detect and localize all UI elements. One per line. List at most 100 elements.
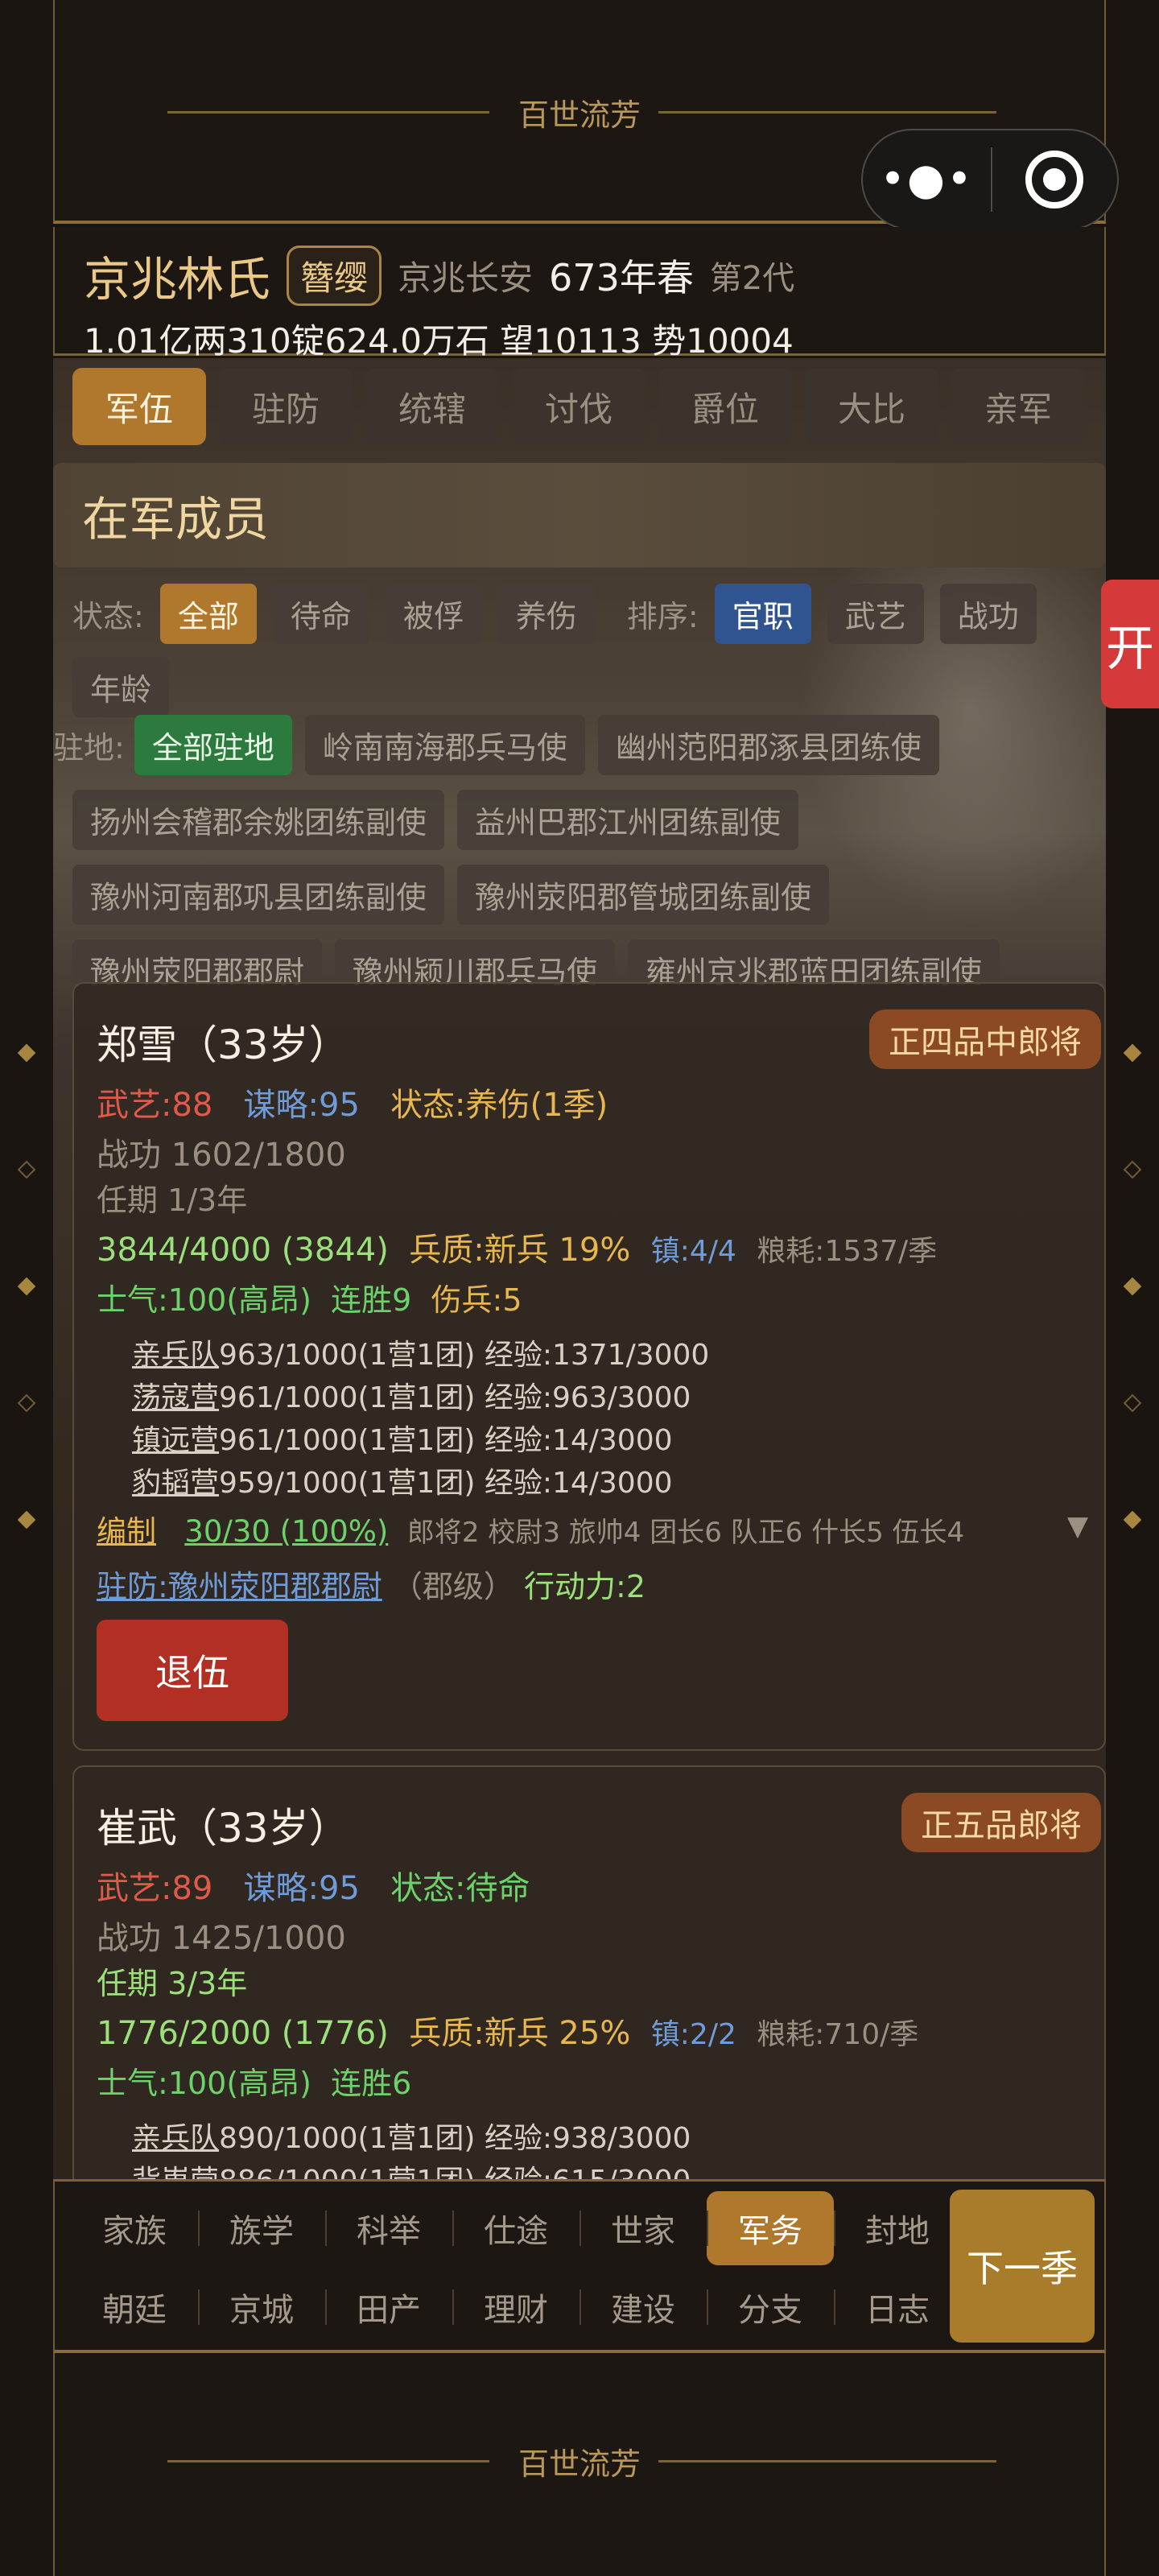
unit-name-link[interactable]: 镇远营 bbox=[132, 1424, 219, 1457]
troop-quality: 兵质:新兵 19% bbox=[409, 1232, 631, 1269]
nav-exam[interactable]: 科举 bbox=[325, 2191, 452, 2265]
win-streak: 连胜6 bbox=[331, 2066, 412, 2101]
main-panel: 军伍 驻防 统辖 讨伐 爵位 大比 亲军 在军成员 状态: 全部 待命 被俘 养… bbox=[53, 358, 1106, 2179]
close-capsule-button[interactable] bbox=[992, 151, 1117, 208]
troop-count: 1776/2000 (1776) bbox=[97, 2015, 389, 2052]
sort-age[interactable]: 年龄 bbox=[72, 657, 170, 717]
nav-family[interactable]: 家族 bbox=[71, 2191, 198, 2265]
unit-info: 961/1000(1营1团) 经验:963/3000 bbox=[219, 1381, 691, 1414]
merit-text: 战功 1602/1800 bbox=[97, 1137, 346, 1174]
sort-label: 排序: bbox=[626, 599, 699, 634]
nav-branches[interactable]: 分支 bbox=[707, 2270, 834, 2344]
troop-count: 3844/4000 (3844) bbox=[97, 1232, 389, 1269]
nav-military[interactable]: 军务 bbox=[707, 2191, 834, 2265]
unit-name-link[interactable]: 荡寇营 bbox=[132, 1381, 219, 1414]
garrison-count: 镇:4/4 bbox=[650, 1235, 736, 1268]
nav-estates[interactable]: 田产 bbox=[325, 2270, 452, 2344]
section-title: 在军成员 bbox=[53, 463, 1106, 568]
nav-career[interactable]: 仕途 bbox=[452, 2191, 580, 2265]
unit-row: 豹韬营959/1000(1营1团) 经验:14/3000 bbox=[132, 1459, 673, 1501]
nav-court[interactable]: 朝廷 bbox=[71, 2270, 198, 2344]
organization-detail: 郎将2 校尉3 旅帅4 团长6 队正6 什长5 伍长4 bbox=[406, 1517, 965, 1549]
status-injured[interactable]: 养伤 bbox=[497, 584, 595, 644]
member-name[interactable]: 郑雪（33岁） bbox=[97, 1013, 349, 1071]
garrison-option[interactable]: 幽州范阳郡涿县团练使 bbox=[597, 715, 939, 775]
status-sort-filter: 状态: 全部 待命 被俘 养伤 排序: 官职 武艺 战功 年龄 bbox=[72, 584, 1087, 717]
record-icon bbox=[1025, 151, 1084, 208]
unit-info: 890/1000(1营1团) 经验:938/3000 bbox=[219, 2122, 691, 2155]
tab-garrison[interactable]: 驻防 bbox=[219, 368, 353, 445]
sort-merit[interactable]: 战功 bbox=[939, 584, 1037, 644]
member-name[interactable]: 崔武（33岁） bbox=[97, 1796, 349, 1854]
unit-name-link[interactable]: 背嵬营 bbox=[132, 2165, 219, 2179]
wounded-count: 伤兵:5 bbox=[431, 1282, 522, 1318]
garrison-post-link[interactable]: 驻防:豫州荥阳郡郡尉 bbox=[97, 1569, 382, 1604]
clan-header: 京兆林氏 簪缨 京兆长安 673年春 第2代 1.01亿两310锭624.0万石… bbox=[53, 227, 1106, 361]
clan-badge: 簪缨 bbox=[287, 245, 382, 306]
martial-stat: 武艺:89 bbox=[97, 1870, 213, 1907]
tab-campaign[interactable]: 讨伐 bbox=[512, 368, 645, 445]
tab-command[interactable]: 统辖 bbox=[365, 368, 499, 445]
unit-row: 亲兵队963/1000(1营1团) 经验:1371/3000 bbox=[132, 1331, 709, 1373]
clan-name: 京兆林氏 bbox=[84, 252, 271, 307]
bottom-navigation: 家族 族学 科举 仕途 世家 军务 封地 朝廷 京城 田产 理财 建设 分支 日… bbox=[53, 2179, 1106, 2353]
martial-stat: 武艺:88 bbox=[97, 1087, 213, 1124]
member-rank-badge: 正四品中郎将 bbox=[869, 1009, 1101, 1069]
bottom-banner: 百世流芳 bbox=[53, 2353, 1106, 2576]
organization-value[interactable]: 30/30 (100%) bbox=[184, 1514, 388, 1549]
retire-button[interactable]: 退伍 bbox=[97, 1620, 288, 1721]
member-card: 郑雪（33岁） 正四品中郎将 武艺:88 谋略:95 状态:养伤(1季) 战功 … bbox=[72, 982, 1106, 1751]
sort-martial[interactable]: 武艺 bbox=[827, 584, 924, 644]
unit-info: 959/1000(1营1团) 经验:14/3000 bbox=[219, 1467, 673, 1500]
expand-arrow-icon[interactable]: ▼ bbox=[1067, 1510, 1088, 1542]
status-text: 状态:待命 bbox=[390, 1870, 530, 1907]
more-icon[interactable]: •●• bbox=[863, 129, 991, 230]
unit-name-link[interactable]: 亲兵队 bbox=[132, 2122, 219, 2155]
tab-contest[interactable]: 大比 bbox=[805, 368, 938, 445]
resource-stats: 1.01亿两310锭624.0万石 望10113 势10004 bbox=[84, 321, 794, 361]
right-side-decoration bbox=[1120, 1014, 1145, 1546]
post-level: （郡级） bbox=[391, 1569, 514, 1604]
tab-guard[interactable]: 亲军 bbox=[951, 368, 1085, 445]
garrison-option[interactable]: 扬州会稽郡余姚团练副使 bbox=[72, 790, 445, 850]
generation: 第2代 bbox=[709, 260, 795, 297]
food-consumption: 粮耗:1537/季 bbox=[757, 1235, 938, 1268]
garrison-option[interactable]: 豫州荥阳郡管城团练副使 bbox=[457, 865, 830, 925]
status-all[interactable]: 全部 bbox=[159, 584, 257, 644]
garrison-option[interactable]: 豫州河南郡巩县团练副使 bbox=[72, 865, 445, 925]
unit-name-link[interactable]: 亲兵队 bbox=[132, 1339, 219, 1372]
status-standby[interactable]: 待命 bbox=[272, 584, 369, 644]
member-card: 崔武（33岁） 正五品郎将 武艺:89 谋略:95 状态:待命 战功 1425/… bbox=[72, 1765, 1106, 2179]
unit-row: 镇远营961/1000(1营1团) 经验:14/3000 bbox=[132, 1417, 673, 1459]
organization-link[interactable]: 编制 bbox=[97, 1514, 156, 1549]
nav-log[interactable]: 日志 bbox=[834, 2270, 961, 2344]
term-text: 任期 1/3年 bbox=[97, 1183, 248, 1218]
unit-row: 背嵬营886/1000(1营1团) 经验:615/3000 bbox=[132, 2157, 691, 2179]
action-points: 行动力:2 bbox=[524, 1569, 645, 1604]
garrison-all[interactable]: 全部驻地 bbox=[134, 715, 292, 775]
term-text: 任期 3/3年 bbox=[97, 1966, 248, 2001]
morale-text: 士气:100(高昂) bbox=[97, 1282, 311, 1318]
tab-army[interactable]: 军伍 bbox=[72, 368, 206, 445]
member-rank-badge: 正五品郎将 bbox=[901, 1793, 1101, 1852]
nav-capital[interactable]: 京城 bbox=[198, 2270, 325, 2344]
next-season-button[interactable]: 下一季 bbox=[950, 2190, 1095, 2343]
nav-finance[interactable]: 理财 bbox=[452, 2270, 580, 2344]
unit-name-link[interactable]: 豹韬营 bbox=[132, 1467, 219, 1500]
garrison-option[interactable]: 益州巴郡江州团练副使 bbox=[457, 790, 799, 850]
nav-clan-school[interactable]: 族学 bbox=[198, 2191, 325, 2265]
nav-construction[interactable]: 建设 bbox=[580, 2270, 707, 2344]
nav-noble-houses[interactable]: 世家 bbox=[580, 2191, 707, 2265]
clan-location: 京兆长安 bbox=[398, 258, 534, 298]
garrison-option[interactable]: 岭南南海郡兵马使 bbox=[304, 715, 585, 775]
merit-text: 战功 1425/1000 bbox=[97, 1920, 346, 1957]
garrison-count: 镇:2/2 bbox=[650, 2018, 736, 2051]
status-captured[interactable]: 被俘 bbox=[385, 584, 482, 644]
left-side-decoration bbox=[14, 1014, 39, 1546]
tab-nobility[interactable]: 爵位 bbox=[658, 368, 792, 445]
banner-line-right bbox=[658, 111, 996, 114]
nav-fief[interactable]: 封地 bbox=[834, 2191, 961, 2265]
unit-row: 荡寇营961/1000(1营1团) 经验:963/3000 bbox=[132, 1374, 691, 1416]
sort-rank[interactable]: 官职 bbox=[714, 584, 811, 644]
side-open-tab[interactable]: 开 bbox=[1101, 580, 1159, 708]
